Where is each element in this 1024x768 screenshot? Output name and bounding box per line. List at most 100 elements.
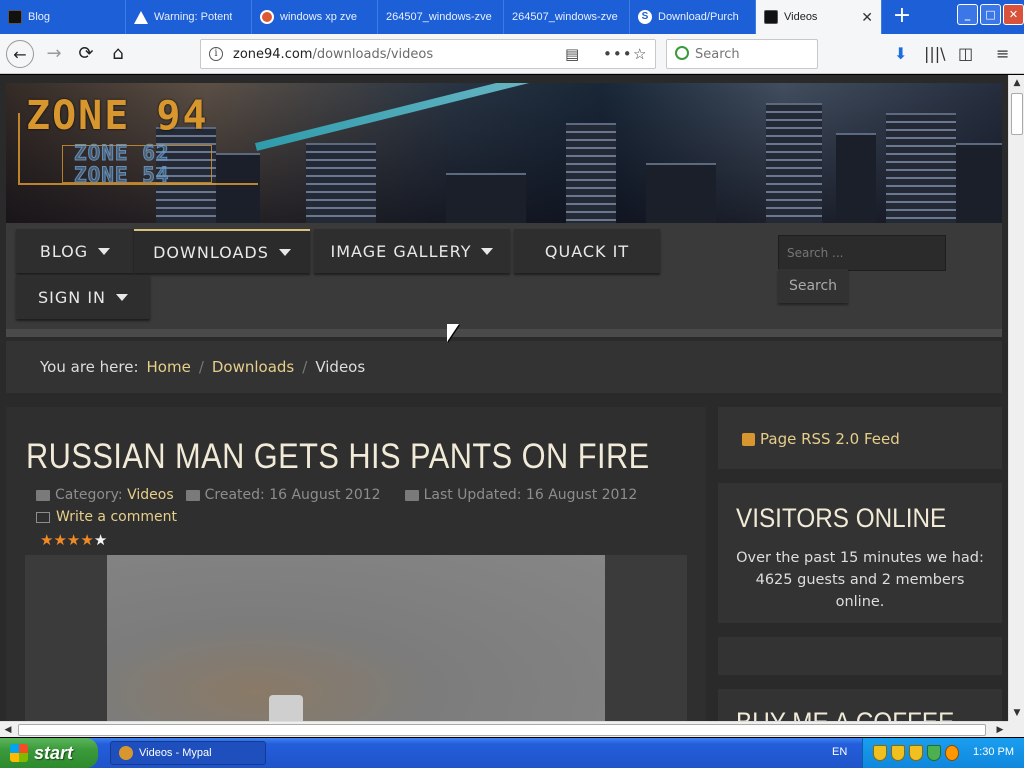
star-icon[interactable]: ★	[67, 531, 80, 549]
sidebar-toggle-icon[interactable]: ◫	[958, 44, 973, 63]
banner-building	[836, 133, 876, 223]
scroll-up-arrow-icon[interactable]: ▲	[1009, 75, 1024, 91]
tab-videos[interactable]: Videos ✕	[756, 0, 882, 34]
zone94-favicon-icon	[764, 10, 778, 24]
tab-file-2[interactable]: 264507_windows-zve	[504, 0, 630, 34]
menu-item-sign-in[interactable]: SIGN IN	[16, 275, 150, 319]
bookmark-star-icon[interactable]: ☆	[633, 45, 646, 63]
scroll-thumb[interactable]	[1011, 93, 1023, 135]
rating-stars[interactable]: ★★★★★	[40, 531, 107, 549]
reload-button[interactable]: ⟳	[72, 40, 100, 68]
reader-view-icon[interactable]: ▤	[565, 45, 579, 63]
site-search-input[interactable]	[778, 235, 946, 271]
category-link[interactable]: Videos	[127, 487, 174, 503]
menu-item-label: IMAGE GALLERY	[330, 241, 472, 261]
breadcrumb-current: Videos	[315, 358, 366, 376]
article: RUSSIAN MAN GETS HIS PANTS ON FIRE Categ…	[6, 407, 706, 721]
breadcrumb-downloads[interactable]: Downloads	[212, 358, 294, 376]
site-logo-line-3: ZONE 54	[74, 163, 170, 188]
security-shield-icon[interactable]	[873, 745, 887, 761]
tab-blog[interactable]: Blog	[0, 0, 126, 34]
menu-icon[interactable]: ≡	[996, 44, 1009, 63]
banner-building	[646, 163, 716, 223]
network-icon[interactable]	[927, 745, 941, 761]
downloads-icon[interactable]: ⬇	[894, 44, 907, 63]
horizontal-scrollbar[interactable]: ◀ ▶	[0, 721, 1008, 737]
search-tray-icon[interactable]	[945, 745, 959, 761]
menu-item-quack-it[interactable]: QUACK IT	[514, 229, 660, 273]
video-embed[interactable]	[25, 555, 687, 721]
security-shield-icon[interactable]	[909, 745, 923, 761]
caret-down-icon	[116, 293, 128, 301]
vertical-scrollbar[interactable]: ▲ ▼	[1008, 75, 1024, 721]
write-comment-link[interactable]: Write a comment	[36, 509, 177, 525]
tab-file-1[interactable]: 264507_windows-zve	[378, 0, 504, 34]
browser-tab-strip: Blog Warning: Potent windows xp zve 2645…	[0, 0, 1024, 34]
language-indicator[interactable]: EN	[832, 746, 847, 758]
site-info-icon[interactable]: i	[209, 47, 223, 61]
star-icon[interactable]: ★	[80, 531, 93, 549]
browser-search-box[interactable]	[666, 39, 818, 69]
rss-icon	[742, 432, 755, 446]
close-window-button[interactable]: ✕	[1003, 4, 1024, 25]
library-icon[interactable]: |||\	[924, 44, 946, 63]
home-button[interactable]: ⌂	[104, 40, 132, 68]
video-frame[interactable]	[107, 555, 605, 721]
forward-button[interactable]: →	[40, 40, 68, 68]
scroll-right-arrow-icon[interactable]: ▶	[992, 722, 1008, 738]
site-banner: ZONE 94 ZONE 62 ZONE 54	[6, 83, 1002, 223]
star-icon[interactable]: ★	[40, 531, 53, 549]
search-icon	[675, 46, 689, 60]
site-logo[interactable]: ZONE 94	[26, 93, 209, 139]
scroll-left-arrow-icon[interactable]: ◀	[0, 722, 16, 738]
star-icon[interactable]: ★	[53, 531, 66, 549]
taskbar-window-label: Videos - Mypal	[139, 747, 212, 759]
menu-item-image-gallery[interactable]: IMAGE GALLERY	[314, 229, 510, 273]
window-controls: _ □ ✕	[955, 4, 1024, 25]
banner-building	[566, 123, 616, 223]
windows-logo-icon	[10, 744, 28, 762]
tab-download-purchase[interactable]: S Download/Purch	[630, 0, 756, 34]
url-text[interactable]: zone94.com/downloads/videos	[233, 47, 433, 62]
new-tab-button[interactable]: +	[882, 0, 922, 34]
tab-warning[interactable]: Warning: Potent	[126, 0, 252, 34]
menu-item-downloads[interactable]: DOWNLOADS	[134, 229, 310, 273]
close-tab-icon[interactable]: ✕	[861, 9, 873, 26]
taskbar: start Videos - Mypal EN 1:30 PM	[0, 738, 1024, 768]
taskbar-window-mypal[interactable]: Videos - Mypal	[110, 741, 266, 765]
menu-item-label: QUACK IT	[544, 241, 630, 261]
menu-item-label: SIGN IN	[37, 287, 106, 307]
browser-search-input[interactable]	[695, 45, 813, 63]
tab-label: Warning: Potent	[154, 11, 233, 23]
caret-down-icon	[98, 247, 111, 255]
s-logo-icon: S	[638, 10, 652, 24]
page-actions-icon[interactable]: •••	[603, 45, 633, 63]
tab-search-results[interactable]: windows xp zve	[252, 0, 378, 34]
minimize-button[interactable]: _	[957, 4, 978, 25]
start-button[interactable]: start	[0, 738, 98, 768]
security-shield-icon[interactable]	[891, 745, 905, 761]
breadcrumb-divider: /	[198, 358, 204, 376]
address-bar[interactable]: i zone94.com/downloads/videos ▤ ••• ☆	[200, 39, 656, 69]
half-star-icon[interactable]: ★	[94, 531, 107, 549]
maximize-button[interactable]: □	[980, 4, 1001, 25]
back-button[interactable]: ←	[6, 40, 34, 68]
comment-link-label: Write a comment	[56, 509, 177, 525]
breadcrumb-divider: /	[302, 358, 308, 376]
site-search-button[interactable]: Search	[778, 269, 848, 303]
created-date: Created: 16 August 2012	[204, 487, 381, 503]
rss-feed-link[interactable]: Page RSS 2.0 Feed	[742, 430, 900, 448]
clock[interactable]: 1:30 PM	[973, 746, 1014, 758]
scroll-thumb[interactable]	[18, 724, 986, 736]
scroll-down-arrow-icon[interactable]: ▼	[1009, 705, 1024, 721]
rss-panel: Page RSS 2.0 Feed	[718, 407, 1002, 469]
breadcrumb-home[interactable]: Home	[147, 358, 191, 376]
article-title: RUSSIAN MAN GETS HIS PANTS ON FIRE	[26, 437, 650, 476]
main-menu: BLOG DOWNLOADS IMAGE GALLERY QUACK IT SI…	[6, 223, 1002, 329]
plugin-placeholder-icon	[269, 695, 303, 721]
visitors-text: Over the past 15 minutes we had: 4625 gu…	[736, 550, 984, 610]
scrollbar-corner	[1008, 721, 1024, 737]
menu-item-blog[interactable]: BLOG	[16, 229, 134, 273]
folder-icon	[36, 489, 50, 501]
menu-item-label: DOWNLOADS	[153, 242, 269, 262]
